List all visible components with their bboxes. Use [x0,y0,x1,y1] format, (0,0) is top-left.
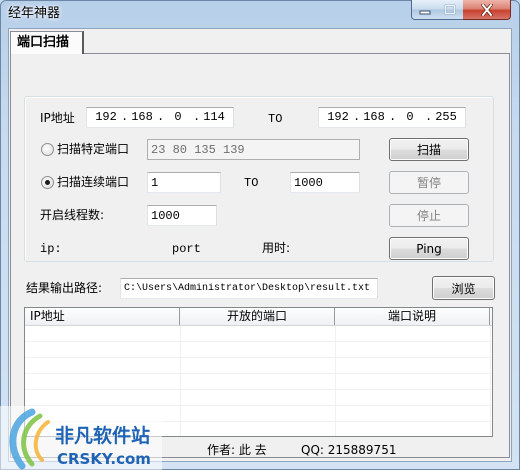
maximize-icon [444,4,456,14]
range-ports-label[interactable]: 扫描连续端口 [57,175,129,189]
output-path-input[interactable] [120,278,378,299]
scan-settings-group: IP地址 192 . 168 . 0 . 114 TO 192 . 168 . … [24,96,494,262]
pause-button[interactable]: 暂停 [389,171,469,194]
start-ip-octet-2[interactable]: 168 [127,108,157,127]
port-to-input[interactable] [290,172,360,193]
column-divider [490,326,491,436]
watermark-domain: CRSKY.com [57,450,151,468]
results-list-header: IP地址 开放的端口 端口说明 [25,308,492,326]
ping-button[interactable]: Ping [389,237,469,260]
crsky-watermark: 非凡软件站 CRSKY.com [0,406,162,470]
browse-button[interactable]: 浏览 [432,276,495,300]
app-window: 经年神器 端口扫描 IP地址 192 . 168 . 0 . 114 TO 19… [0,0,520,470]
threads-input[interactable] [147,205,217,226]
status-ip-label: ip: [40,242,62,256]
range-ports-radio[interactable] [41,176,54,189]
end-ip-octet-2[interactable]: 168 [359,108,389,127]
close-icon [480,3,493,16]
stop-button[interactable]: 停止 [389,204,469,227]
end-ip-octet-1[interactable]: 192 [323,108,353,127]
specific-ports-label[interactable]: 扫描特定端口 [57,142,129,156]
output-path-label: 结果输出路径: [26,281,103,295]
port-from-input[interactable] [147,172,221,193]
end-ip-octet-4[interactable]: 255 [431,108,461,127]
column-port-description[interactable]: 端口说明 [335,308,490,325]
crsky-logo-icon [9,408,50,470]
maximize-button[interactable] [437,0,464,20]
column-divider [180,326,181,436]
watermark-site-name: 非凡软件站 [55,425,151,447]
window-title: 经年神器 [8,6,61,21]
close-button[interactable] [463,0,511,20]
port-to-label: TO [244,176,259,190]
end-ip-input[interactable]: 192 . 168 . 0 . 255 [318,107,466,128]
start-ip-input[interactable]: 192 . 168 . 0 . 114 [86,107,234,128]
column-ip-address[interactable]: IP地址 [25,308,180,325]
qq-text: QQ: 215889751 [301,443,397,457]
tab-port-scan[interactable]: 端口扫描 [10,31,84,54]
specific-ports-radio[interactable] [41,143,54,156]
specific-ports-input[interactable] [147,139,360,160]
start-ip-octet-4[interactable]: 114 [199,108,229,127]
end-ip-octet-3[interactable]: 0 [395,108,425,127]
start-ip-octet-1[interactable]: 192 [91,108,121,127]
title-bar[interactable]: 经年神器 [0,0,411,28]
scan-button[interactable]: 扫描 [389,138,469,161]
minimize-button[interactable] [411,0,438,20]
ip-address-label: IP地址 [40,111,75,125]
status-elapsed-label: 用时: [262,241,291,255]
column-open-ports[interactable]: 开放的端口 [180,308,335,325]
author-text: 作者: 此 去 [207,443,267,457]
minimize-icon [419,10,430,14]
start-ip-octet-3[interactable]: 0 [163,108,193,127]
column-divider [335,326,336,436]
threads-label: 开启线程数: [40,208,105,222]
status-port-label: port [172,242,201,256]
ip-to-label: TO [268,112,283,126]
